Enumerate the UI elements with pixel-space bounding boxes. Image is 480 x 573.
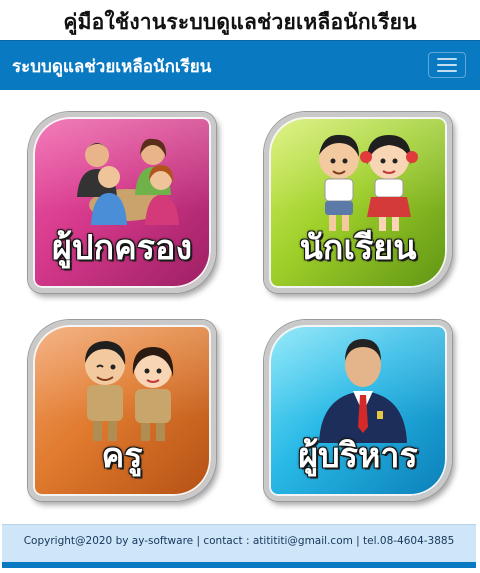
- admin-tile-label: ผู้บริหาร: [298, 436, 418, 476]
- parent-tile-label: ผู้ปกครอง: [51, 228, 193, 268]
- footer-copyright: Copyright@2020 by ay-software | contact …: [23, 535, 455, 547]
- hamburger-icon[interactable]: [428, 52, 466, 78]
- parent-tile[interactable]: ผู้ปกครอง: [28, 112, 216, 293]
- page-title: คู่มือใช้งานระบบดูแลช่วยเหลือนักเรียน: [63, 10, 417, 34]
- student-tile[interactable]: นักเรียน: [264, 112, 452, 293]
- navbar: ระบบดูแลช่วยเหลือนักเรียน: [0, 40, 480, 90]
- teacher-tile[interactable]: ครู: [28, 320, 216, 501]
- navbar-brand[interactable]: ระบบดูแลช่วยเหลือนักเรียน: [12, 53, 211, 80]
- footer: Copyright@2020 by ay-software | contact …: [2, 524, 476, 568]
- teacher-tile-label: ครู: [101, 436, 143, 476]
- student-tile-label: นักเรียน: [299, 228, 417, 268]
- admin-tile[interactable]: ผู้บริหาร: [264, 320, 452, 501]
